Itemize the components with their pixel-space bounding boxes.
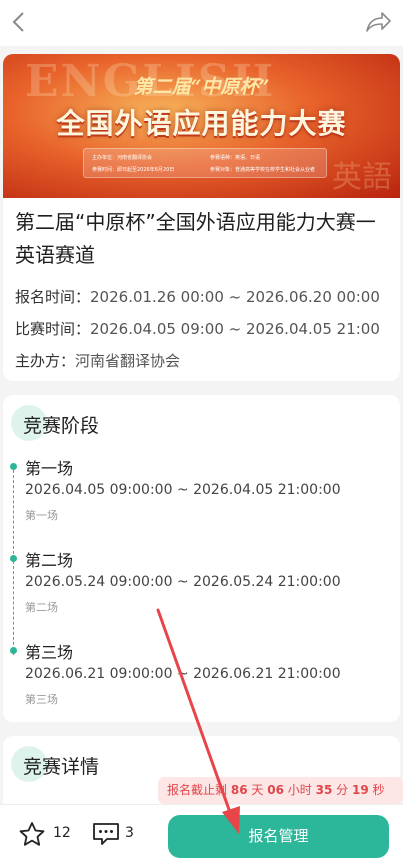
countdown-days: 86 [230,783,248,797]
top-nav-bar [0,0,403,46]
organizer-row: 主办方：河南省翻译协会 [15,350,180,371]
registration-time-value: 2026.01.26 00:00 ~ 2026.06.20 00:00 [90,288,380,306]
timeline-dot [10,555,17,562]
match-time-label: 比赛时间： [15,320,91,338]
organizer-value: 河南省翻译协会 [75,352,181,370]
stage-time: 2026.05.24 09:00:00 ~ 2026.05.24 21:00:0… [25,574,341,590]
banner-subtitle: 第二届“中原杯” [133,76,270,98]
stage-time: 2026.06.21 09:00:00 ~ 2026.06.21 21:00:0… [25,666,341,682]
banner-info-line: 主办单位：河南省翻译协会 [92,155,153,161]
banner-info-line: 参赛时间：即日起至2026年6月20日 [92,167,175,173]
competition-title: 第二届“中原杯”全国外语应用能力大赛一英语赛道 [15,210,376,267]
stage-subtitle: 第二场 [25,601,58,614]
stage-subtitle: 第一场 [25,509,58,522]
registration-countdown: 报名截止剩 86 天 06 小时 35 分 19 秒 [158,777,403,804]
banner-info-line: 参赛对象：普通高等学校在校学生和社会从业者 [210,167,316,173]
registration-time-label: 报名时间： [15,288,91,306]
competition-info-card: ENGLISH 英語 第二届“中原杯” 全国外语应用能力大赛 主办单位：河南省翻… [3,54,400,381]
banner-title: 全国外语应用能力大赛 [56,107,347,140]
countdown-hours: 06 [267,783,284,797]
banner-info-line: 参赛语种：英语、日语 [210,155,261,161]
stage-time: 2026.04.05 09:00:00 ~ 2026.04.05 21:00:0… [25,482,341,498]
competition-banner: ENGLISH 英語 第二届“中原杯” 全国外语应用能力大赛 主办单位：河南省翻… [3,54,400,198]
chevron-left-icon[interactable] [6,8,32,36]
countdown-days-unit: 天 [251,783,264,797]
stages-section-title: 竞赛阶段 [23,415,100,437]
countdown-minutes-unit: 分 [336,783,349,797]
stage-subtitle: 第三场 [25,693,58,706]
competition-stages-card: 竞赛阶段 第一场 2026.04.05 09:00:00 ~ 2026.04.0… [3,395,400,722]
timeline-dot [10,463,17,470]
countdown-prefix: 报名截止剩 [167,783,228,797]
banner-watermark-text-2: 英語 [332,160,392,195]
favorite-count: 12 [53,825,71,841]
star-icon [19,822,45,846]
bottom-action-bar: 12 3 报名管理 [0,804,403,860]
banner-info-box: 主办单位：河南省翻译协会 参赛语种：英语、日语 参赛时间：即日起至2026年6月… [83,148,327,178]
stage-name: 第三场 [25,643,74,662]
countdown-seconds-unit: 秒 [372,783,385,797]
registration-time-row: 报名时间：2026.01.26 00:00 ~ 2026.06.20 00:00 [15,286,380,307]
details-section-title: 竞赛详情 [23,756,100,778]
stage-name: 第一场 [25,459,74,478]
comment-icon [93,823,119,845]
countdown-hours-unit: 小时 [287,783,312,797]
stage-name: 第二场 [25,551,74,570]
countdown-minutes: 35 [315,783,333,797]
share-arrow-icon[interactable] [363,8,393,36]
registration-management-button[interactable]: 报名管理 [168,815,389,858]
match-time-row: 比赛时间：2026.04.05 09:00 ~ 2026.04.05 21:00 [15,318,380,339]
timeline-dot [10,647,17,654]
match-time-value: 2026.04.05 09:00 ~ 2026.04.05 21:00 [90,320,380,338]
comment-count: 3 [125,825,134,841]
countdown-seconds: 19 [351,783,369,797]
organizer-label: 主办方： [15,352,76,370]
